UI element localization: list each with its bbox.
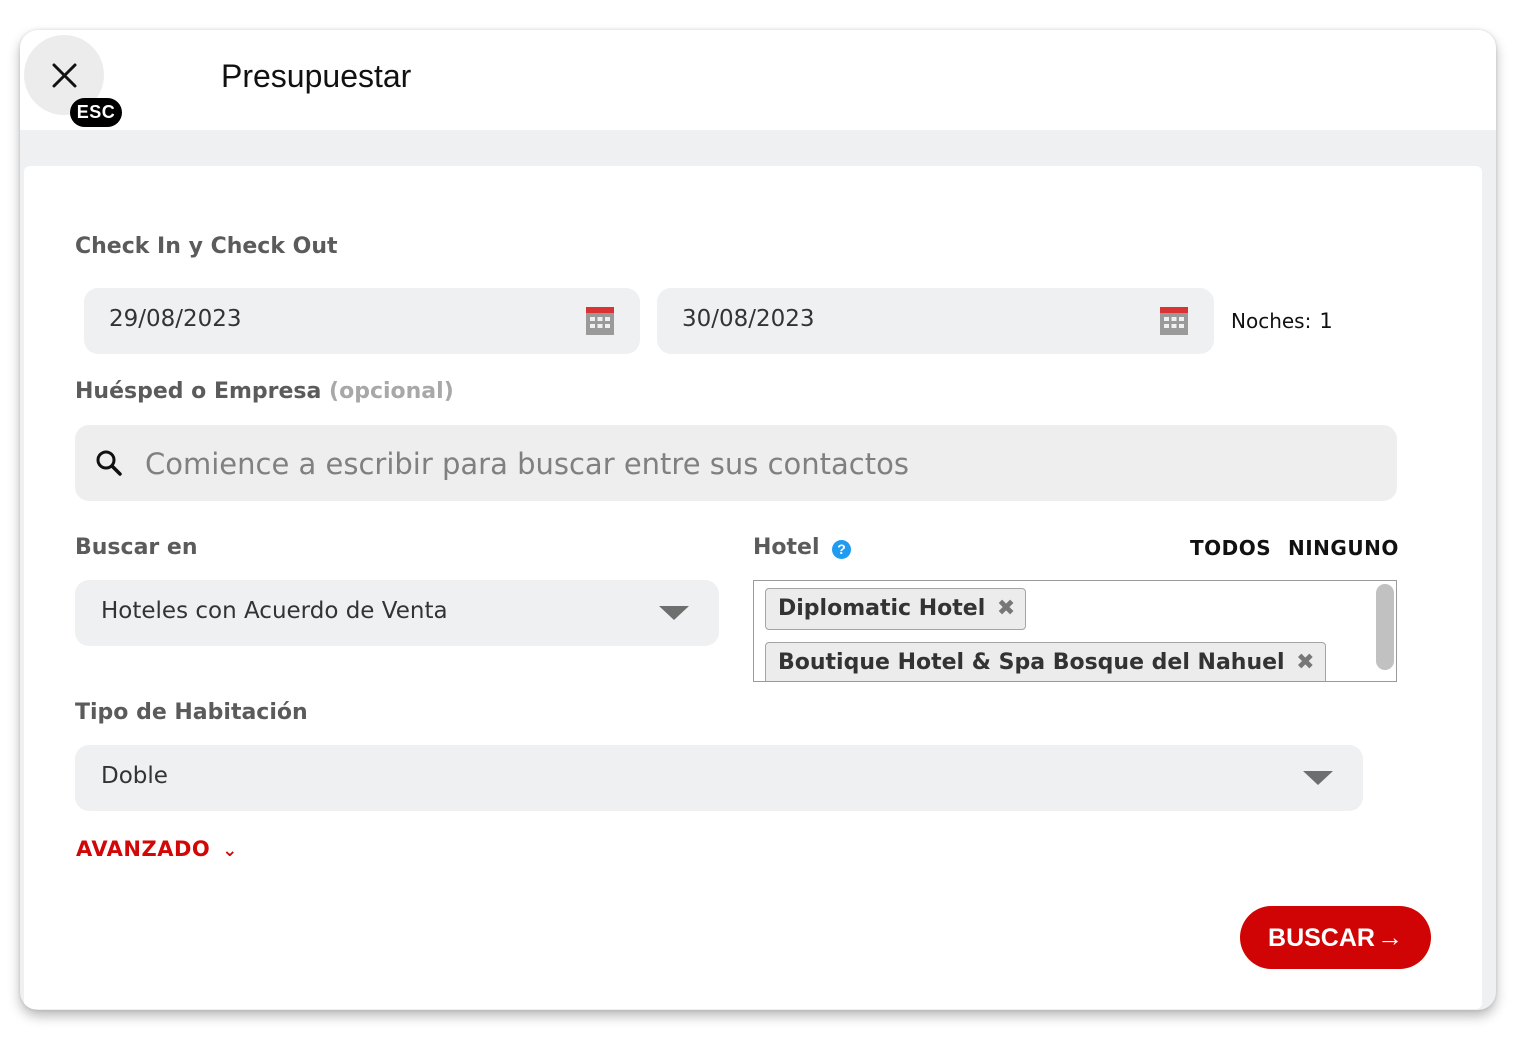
hotel-chip: Boutique Hotel & Spa Bosque del Nahuel ✖ [765,642,1326,681]
check-out-field[interactable]: 30/08/2023 [657,288,1214,354]
select-all-button[interactable]: TODOS [1190,536,1271,560]
esc-shortcut-badge: ESC [70,98,122,127]
search-button[interactable]: BUSCAR→ [1240,906,1431,969]
guest-label-text: Huésped o Empresa [75,379,322,404]
modal-header: ESC Presupuestar [20,30,1496,130]
caret-down-icon [659,606,689,620]
caret-down-icon [1303,771,1333,785]
hotel-list-scrollbar[interactable] [1376,584,1394,670]
advanced-label: AVANZADO [76,837,211,861]
room-type-select[interactable]: Doble [75,745,1363,811]
search-in-select[interactable]: Hoteles con Acuerdo de Venta [75,580,719,646]
dates-label: Check In y Check Out [75,234,338,259]
room-type-label: Tipo de Habitación [75,700,308,725]
hotel-chip-label: Boutique Hotel & Spa Bosque del Nahuel [778,650,1285,675]
check-in-value: 29/08/2023 [109,306,242,332]
nights-label: Noches: [1231,309,1312,333]
guest-label: Huésped o Empresa (opcional) [75,379,454,404]
advanced-toggle[interactable]: AVANZADO ⌄ [76,837,238,861]
optional-hint: (opcional) [329,379,454,404]
nights-count: Noches: 1 [1231,309,1333,333]
hotel-chip: Diplomatic Hotel ✖ [765,588,1027,630]
hotel-multiselect[interactable]: Diplomatic Hotel ✖ Boutique Hotel & Spa … [753,580,1397,682]
check-in-field[interactable]: 29/08/2023 [84,288,640,354]
search-in-value: Hoteles con Acuerdo de Venta [101,598,448,624]
remove-chip-icon[interactable]: ✖ [1296,643,1314,681]
nights-value: 1 [1319,309,1333,333]
room-type-value: Doble [101,763,168,789]
budget-modal: ESC Presupuestar Check In y Check Out 29… [20,30,1496,1010]
chevron-down-icon: ⌄ [222,840,238,861]
guest-search [75,425,1397,501]
guest-search-input[interactable] [143,439,1377,489]
search-button-label: BUSCAR [1268,924,1375,952]
help-icon[interactable]: ? [832,540,851,559]
select-none-button[interactable]: NINGUNO [1288,536,1399,560]
check-out-value: 30/08/2023 [682,306,815,332]
remove-chip-icon[interactable]: ✖ [997,589,1015,629]
close-icon [52,63,77,88]
calendar-icon[interactable] [586,307,614,335]
hotel-chip-label: Diplomatic Hotel [778,596,986,621]
search-in-label: Buscar en [75,535,198,560]
arrow-right-icon: → [1376,922,1403,952]
form-card: Check In y Check Out 29/08/2023 30/08/20… [24,166,1482,1009]
calendar-icon[interactable] [1160,307,1188,335]
search-icon [96,450,122,476]
page-title: Presupuestar [221,58,412,94]
hotel-label: Hotel [753,535,820,560]
